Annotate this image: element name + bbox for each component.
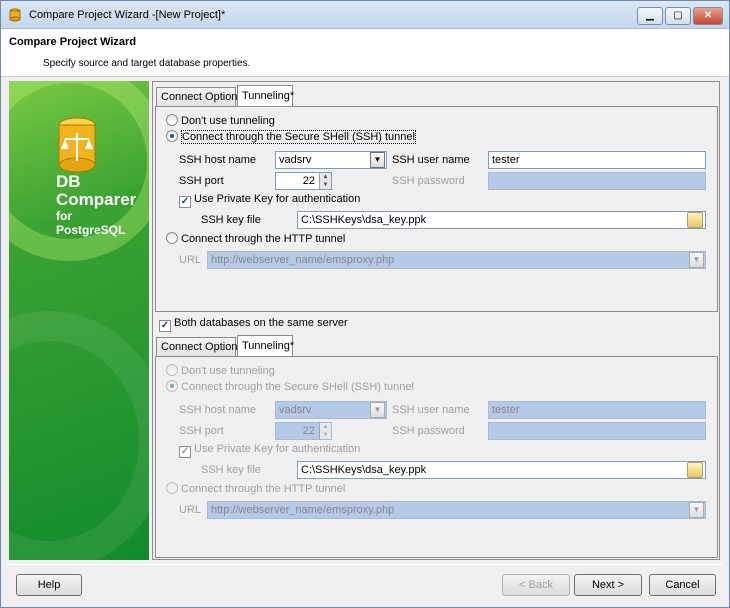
- wizard-header: Compare Project Wizard Specify source an…: [1, 29, 729, 77]
- radio-label: Don't use tunneling: [181, 115, 275, 127]
- ssh-user-label: SSH user name: [392, 154, 470, 166]
- radio-label: Connect through the HTTP tunnel: [181, 483, 346, 495]
- key-file-label: SSH key file: [201, 214, 261, 226]
- radio-label: Connect through the HTTP tunnel: [181, 233, 346, 245]
- open-folder-icon[interactable]: [687, 462, 703, 478]
- ssh-password-label: SSH password: [392, 425, 465, 437]
- brand-line: Comparer: [56, 190, 137, 209]
- brand-line: for: [56, 209, 72, 223]
- brand-name: DB Comparer: [56, 173, 136, 209]
- radio-selected-icon: [166, 380, 178, 392]
- close-button[interactable]: ✕: [693, 7, 723, 25]
- checkbox-label: Use Private Key for authentication: [194, 443, 361, 455]
- wizard-window: Compare Project Wizard -[New Project]* ▁…: [0, 0, 730, 608]
- checkbox-label: Both databases on the same server: [174, 317, 348, 329]
- window-title: Compare Project Wizard -[New Project]*: [29, 9, 226, 21]
- footer-divider: [7, 564, 723, 565]
- source-tunneling-page: Don't use tunneling Connect through the …: [155, 106, 718, 312]
- ssh-user-field[interactable]: tester: [488, 401, 706, 419]
- no-tunnel-radio[interactable]: Don't use tunneling: [166, 114, 275, 127]
- radio-label: Don't use tunneling: [181, 365, 275, 377]
- port-value: 22: [302, 425, 315, 437]
- radio-icon: [166, 364, 178, 376]
- open-folder-icon[interactable]: [687, 212, 703, 228]
- ssh-password-field[interactable]: [488, 422, 706, 440]
- same-server-checkbox[interactable]: ✓ Both databases on the same server: [159, 317, 348, 332]
- checkmark-icon: ✓: [159, 320, 171, 332]
- brand-subtitle: for PostgreSQL: [56, 209, 125, 237]
- chevron-down-icon[interactable]: ▼: [370, 402, 385, 418]
- radio-label: Connect through the Secure SHell (SSH) t…: [181, 130, 416, 144]
- ssh-user-label: SSH user name: [392, 404, 470, 416]
- chevron-down-icon[interactable]: ▼: [689, 502, 704, 518]
- http-tunnel-radio[interactable]: Connect through the HTTP tunnel: [166, 232, 345, 245]
- no-tunnel-radio[interactable]: Don't use tunneling: [166, 364, 275, 377]
- url-label: URL: [179, 504, 202, 516]
- radio-selected-icon: [166, 130, 178, 142]
- help-button[interactable]: Help: [16, 574, 82, 596]
- radio-label: Connect through the Secure SHell (SSH) t…: [181, 381, 414, 393]
- cancel-button[interactable]: Cancel: [649, 574, 716, 596]
- ssh-tunnel-radio[interactable]: Connect through the Secure SHell (SSH) t…: [166, 130, 416, 144]
- checkmark-icon: ✓: [179, 446, 191, 458]
- port-value: 22: [302, 175, 315, 187]
- ssh-password-label: SSH password: [392, 175, 465, 187]
- ssh-port-label: SSH port: [179, 425, 224, 437]
- ssh-tunnel-radio[interactable]: Connect through the Secure SHell (SSH) t…: [166, 380, 414, 393]
- maximize-button[interactable]: ▢: [665, 7, 691, 25]
- app-icon: [9, 8, 21, 22]
- database-scales-icon: [58, 117, 96, 173]
- wizard-subheading: Specify source and target database prope…: [43, 58, 251, 69]
- ssh-user-field[interactable]: tester: [488, 151, 706, 169]
- ssh-host-label: SSH host name: [179, 404, 257, 416]
- tab-connect-options[interactable]: Connect Options: [156, 337, 243, 356]
- ssh-host-label: SSH host name: [179, 154, 257, 166]
- radio-icon: [166, 232, 178, 244]
- checkbox-label: Use Private Key for authentication: [194, 193, 361, 205]
- brand-line: DB: [56, 172, 81, 191]
- chevron-down-icon[interactable]: ▼: [689, 252, 704, 268]
- use-key-checkbox[interactable]: ✓ Use Private Key for authentication: [179, 443, 360, 458]
- checkmark-icon: ✓: [179, 196, 191, 208]
- connection-panel: Connect Options Tunneling* Don't use tun…: [152, 81, 720, 560]
- wizard-heading: Compare Project Wizard: [9, 36, 137, 48]
- use-key-checkbox[interactable]: ✓ Use Private Key for authentication: [179, 193, 360, 208]
- target-tunneling-page: Don't use tunneling Connect through the …: [155, 356, 718, 558]
- spin-arrows-icon[interactable]: ▲ ▼: [319, 423, 331, 439]
- radio-icon: [166, 114, 178, 126]
- http-tunnel-radio[interactable]: Connect through the HTTP tunnel: [166, 482, 345, 495]
- key-file-label: SSH key file: [201, 464, 261, 476]
- target-tabs: Connect Options Tunneling*: [156, 335, 456, 357]
- next-button[interactable]: Next >: [574, 574, 642, 596]
- spin-arrows-icon[interactable]: ▲ ▼: [319, 173, 331, 189]
- minimize-button[interactable]: ▁: [637, 7, 663, 25]
- source-tabs: Connect Options Tunneling*: [156, 85, 456, 107]
- url-combo[interactable]: http://webserver_name/emsproxy.php: [207, 251, 706, 269]
- tab-connect-options[interactable]: Connect Options: [156, 87, 243, 106]
- radio-icon: [166, 482, 178, 494]
- tab-tunneling[interactable]: Tunneling*: [237, 335, 294, 356]
- url-combo[interactable]: http://webserver_name/emsproxy.php: [207, 501, 706, 519]
- title-bar[interactable]: Compare Project Wizard -[New Project]* ▁…: [1, 1, 729, 29]
- product-banner: DB Comparer for PostgreSQL: [9, 81, 149, 560]
- ssh-password-field[interactable]: [488, 172, 706, 190]
- key-file-field[interactable]: C:\SSHKeys\dsa_key.ppk: [297, 211, 706, 229]
- chevron-down-icon[interactable]: ▼: [370, 152, 385, 168]
- url-label: URL: [179, 254, 202, 266]
- tab-tunneling[interactable]: Tunneling*: [237, 85, 294, 106]
- brand-line: PostgreSQL: [56, 223, 126, 237]
- back-button[interactable]: < Back: [502, 574, 570, 596]
- banner-swirl: [9, 311, 149, 560]
- ssh-port-label: SSH port: [179, 175, 224, 187]
- key-file-field[interactable]: C:\SSHKeys\dsa_key.ppk: [297, 461, 706, 479]
